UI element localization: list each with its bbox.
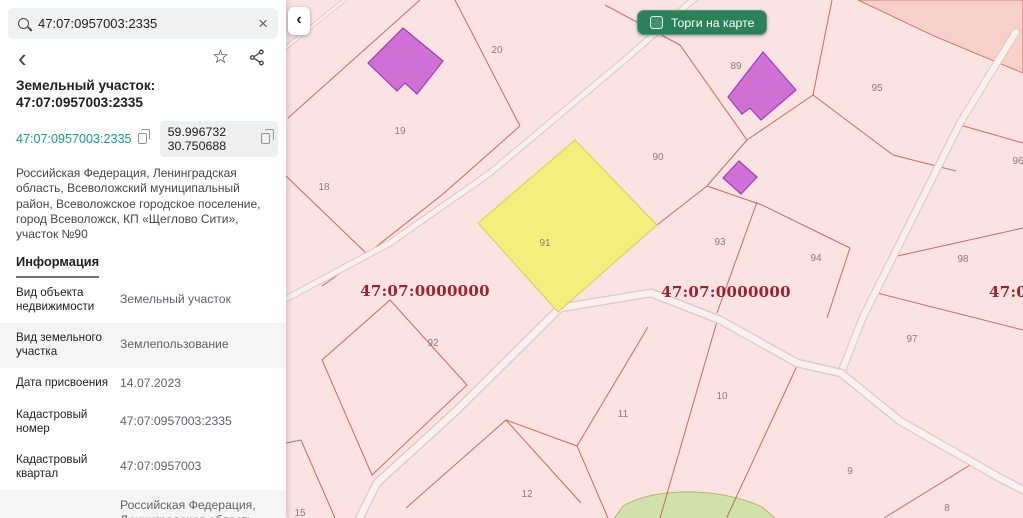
- cadastral-map-app: × ‹ ☆ Земельный участок: 47:07:0957003:2…: [0, 0, 1023, 518]
- coordinates-value: 59.996732 30.750688: [168, 125, 253, 153]
- parcel-number: 12: [521, 489, 533, 500]
- search-bar[interactable]: ×: [8, 8, 278, 39]
- auctions-button-label: Торги на карте: [671, 16, 754, 30]
- row-value: 47:07:0957003:2335: [120, 414, 232, 430]
- row-value: 14.07.2023: [120, 376, 181, 392]
- sidebar: × ‹ ☆ Земельный участок: 47:07:0957003:2…: [0, 0, 286, 518]
- parcel-number: 15: [294, 508, 306, 518]
- row-value: Российская Федерация, Ленинградская обла…: [120, 498, 270, 518]
- copy-icon[interactable]: [138, 133, 147, 144]
- table-row: Кадастровый квартал 47:07:0957003: [0, 445, 286, 490]
- page-title: Земельный участок: 47:07:0957003:2335: [16, 78, 278, 112]
- row-label: Вид объекта недвижимости: [16, 286, 108, 315]
- row-value: Землепользование: [120, 337, 229, 353]
- cadnum-link[interactable]: 47:07:0957003:2335: [16, 132, 132, 146]
- row-label: Вид земельного участка: [16, 331, 108, 360]
- tab-bar: Информация: [16, 253, 278, 278]
- parcel-number: 20: [491, 45, 503, 56]
- parcel-number: 18: [318, 182, 330, 193]
- table-row: Адрес Российская Федерация, Ленинградска…: [0, 490, 286, 518]
- parcel-number: 8: [944, 503, 950, 514]
- toolbar: ‹ ☆: [8, 39, 278, 69]
- row-label: Кадастровый квартал: [16, 453, 108, 482]
- tab-information[interactable]: Информация: [16, 254, 99, 278]
- search-input[interactable]: [38, 16, 249, 31]
- parcel-number: 95: [871, 83, 883, 94]
- parcel-number: 10: [716, 391, 728, 402]
- row-label: Кадастровый номер: [16, 408, 108, 437]
- parcel-number: 96: [1012, 156, 1023, 167]
- parcel-number: 92: [427, 338, 439, 349]
- coordinates-chip: 59.996732 30.750688: [160, 121, 278, 157]
- parcel-number: 90: [652, 152, 664, 163]
- parcel-number: 89: [730, 61, 742, 72]
- favorite-icon[interactable]: ☆: [212, 48, 229, 67]
- address-text: Российская Федерация, Ленинградская обла…: [16, 166, 270, 243]
- parcel-number: 19: [394, 126, 406, 137]
- parcel-number: 91: [539, 238, 551, 249]
- info-table: Вид объекта недвижимости Земельный участ…: [0, 278, 286, 518]
- back-icon[interactable]: ‹: [12, 49, 33, 67]
- quarter-code-label: 47:07:0000000: [989, 283, 1023, 301]
- collapse-sidebar-button[interactable]: ‹: [288, 7, 310, 35]
- share-icon[interactable]: [249, 49, 266, 66]
- parcel-number: 9: [847, 466, 853, 477]
- table-row: Вид земельного участка Землепользование: [0, 323, 286, 368]
- search-icon: [18, 18, 29, 29]
- copy-icon[interactable]: [261, 133, 270, 144]
- row-label: Дата присвоения: [16, 376, 108, 390]
- cadastral-number-row: 47:07:0957003:2335 59.996732 30.750688: [16, 121, 278, 157]
- table-row: Кадастровый номер 47:07:0957003:2335: [0, 400, 286, 445]
- map-area: 47:07:0000000 47:07:0000000 47:07:000000…: [286, 0, 1023, 518]
- parcel-number: 97: [906, 334, 918, 345]
- auctions-on-map-button[interactable]: Торги на карте: [637, 10, 767, 35]
- parcel-number: 98: [957, 254, 969, 265]
- table-row: Дата присвоения 14.07.2023: [0, 368, 286, 400]
- quarter-code-label: 47:07:0000000: [360, 282, 490, 300]
- row-value: Земельный участок: [120, 292, 231, 308]
- clear-search-icon[interactable]: ×: [258, 15, 268, 32]
- checkbox-icon[interactable]: [650, 16, 663, 29]
- chevron-left-icon: ‹: [296, 11, 301, 29]
- parcel-number: 11: [618, 409, 629, 420]
- table-row: Вид объекта недвижимости Земельный участ…: [0, 278, 286, 323]
- quarter-code-label: 47:07:0000000: [661, 283, 791, 301]
- row-value: 47:07:0957003: [120, 459, 201, 475]
- map-canvas[interactable]: 47:07:0000000 47:07:0000000 47:07:000000…: [286, 0, 1023, 518]
- parcel-number: 94: [810, 253, 822, 264]
- parcel-number: 93: [714, 237, 726, 248]
